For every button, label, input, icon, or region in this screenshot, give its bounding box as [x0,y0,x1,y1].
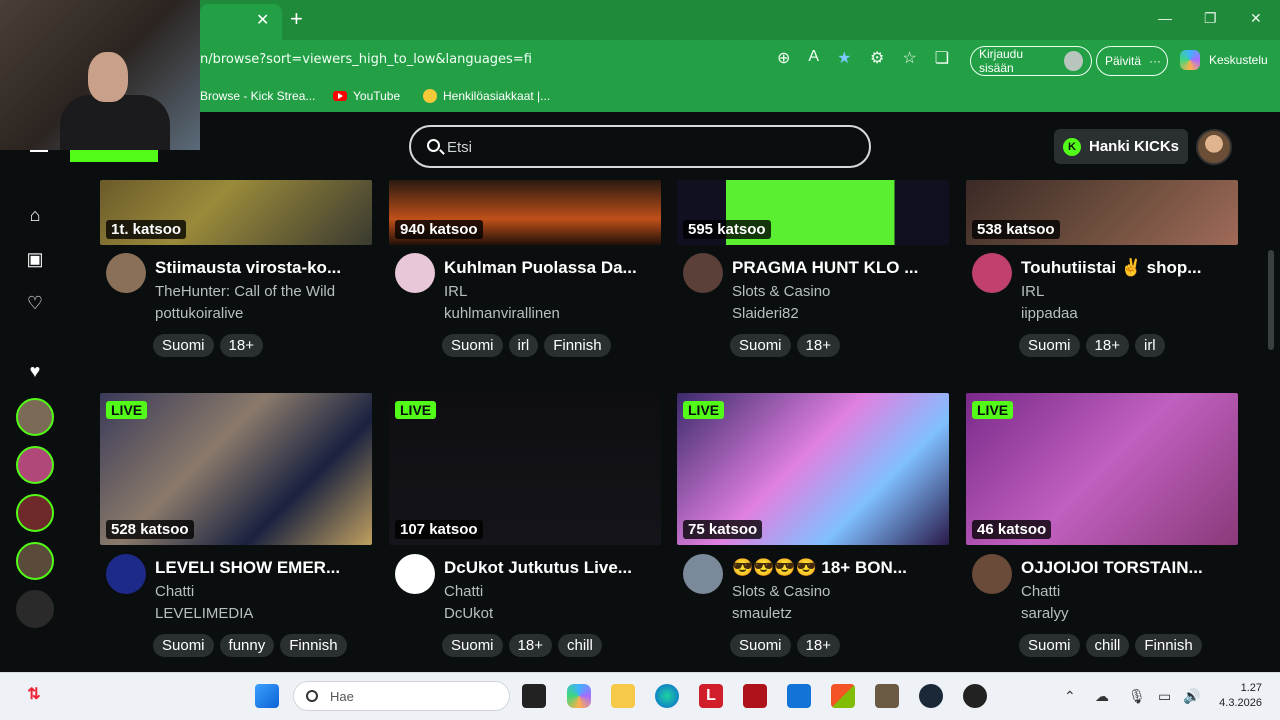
clock-date: 4.3.2026 [1219,697,1262,709]
menu-icon[interactable] [30,150,48,152]
stream-thumbnail[interactable]: LIVE 75 katsoo [677,393,949,545]
viewer-count: 107 katsoo [395,520,483,539]
stream-card[interactable]: LIVE 528 katsoo LEVELI SHOW EMER... Chatti L… [100,0,372,720]
window-close-icon[interactable]: ✕ [1250,10,1262,27]
tag-chip[interactable]: Finnish [1135,634,1202,657]
mcafee-icon[interactable] [743,684,767,708]
taskbar [0,672,1280,720]
channel-name[interactable]: smauletz [732,605,792,622]
tag-chip[interactable]: Suomi [1019,634,1080,657]
viewer-count: 528 katsoo [106,520,194,539]
channel-name[interactable]: LEVELIMEDIA [155,605,253,622]
followed-channel-avatar[interactable] [16,446,54,484]
game-app-icon[interactable] [875,684,899,708]
following-heart-icon[interactable]: ♡ [22,290,48,316]
stream-category[interactable]: Chatti [1021,583,1060,600]
stream-category[interactable]: Slots & Casino [732,583,830,600]
lidl-icon[interactable]: L [699,684,723,708]
channel-avatar[interactable] [395,554,435,594]
followed-channel-avatar[interactable] [16,542,54,580]
tag-chip[interactable]: Suomi [153,634,214,657]
tag-chip[interactable]: chill [557,634,602,657]
task-view-icon[interactable] [522,684,546,708]
followed-channel-avatar[interactable] [16,590,54,628]
tag-chip[interactable]: Suomi [730,634,791,657]
channel-avatar[interactable] [972,554,1012,594]
steam-icon[interactable] [919,684,943,708]
outlook-icon[interactable] [787,684,811,708]
browse-icon[interactable]: ▣ [22,246,48,272]
tag-chip[interactable]: Suomi [442,634,503,657]
tag-chip[interactable]: Finnish [280,634,347,657]
live-badge: LIVE [106,401,148,419]
stream-tags: Suomi funny Finnish [153,634,347,657]
sidebar: ⌂ ▣ ♡ ♥ [0,180,70,672]
copilot-taskbar-icon[interactable] [567,684,591,708]
home-icon[interactable]: ⌂ [22,202,48,228]
tag-chip[interactable]: chill [1085,634,1130,657]
stream-title[interactable]: LEVELI SHOW EMER... [155,558,370,578]
clock[interactable]: 1.27 4.3.2026 [1214,681,1262,711]
stream-title[interactable]: DcUkot Jutkutus Live... [444,558,659,578]
stream-tags: Suomi 18+ [730,634,840,657]
followed-channel-avatar[interactable] [16,398,54,436]
channel-avatar[interactable] [683,554,723,594]
stream-card[interactable]: LIVE 107 katsoo DcUkot Jutkutus Live... Cha… [389,0,661,720]
channel-name[interactable]: saralyy [1021,605,1069,622]
start-windows-icon[interactable] [255,684,279,708]
stream-title[interactable]: OJJOIJOI TORSTAIN... [1021,558,1236,578]
stream-category[interactable]: Chatti [444,583,483,600]
obs-icon[interactable] [963,684,987,708]
volume-icon[interactable]: 🔊 [1183,688,1200,705]
tag-chip[interactable]: funny [219,634,275,657]
viewer-count: 75 katsoo [683,520,763,539]
clock-time: 1.27 [1240,682,1262,694]
page-scrollbar[interactable] [1268,250,1274,350]
stream-tags: Suomi chill Finnish [1019,634,1202,657]
stream-tags: Suomi 18+ chill [442,634,602,657]
live-badge: LIVE [972,401,1014,419]
channel-name[interactable]: DcUkot [444,605,493,622]
microphone-icon[interactable]: 🎙 [1128,688,1146,705]
stream-thumbnail[interactable]: LIVE 46 katsoo [966,393,1238,545]
live-badge: LIVE [683,401,725,419]
stream-title[interactable]: 😎😎😎😎 18+ BON... [732,558,947,578]
viewer-count: 46 katsoo [972,520,1052,539]
stream-card[interactable]: LIVE 46 katsoo OJJOIJOI TORSTAIN... Chatti s… [966,0,1238,720]
followed-channel-avatar[interactable] [16,494,54,532]
tag-chip[interactable]: 18+ [796,634,840,657]
widget-icon[interactable]: ⇅ [22,684,46,708]
taskbar-search-icon [306,690,318,702]
taskbar-search-input[interactable]: Hae [330,689,354,704]
followed-heart-icon: ♥ [29,360,41,381]
stream-card[interactable]: LIVE 75 katsoo 😎😎😎😎 18+ BON... Slots & Casi… [677,0,949,720]
stream-thumbnail[interactable]: LIVE 107 katsoo [389,393,661,545]
network-icon[interactable]: ▭ [1158,688,1171,705]
stream-category[interactable]: Chatti [155,583,194,600]
tray-chevron-icon[interactable]: ⌃ [1064,688,1076,705]
onedrive-icon[interactable]: ☁ [1095,688,1109,705]
file-explorer-icon[interactable] [611,684,635,708]
store-icon[interactable] [831,684,855,708]
stream-thumbnail[interactable]: LIVE 528 katsoo [100,393,372,545]
channel-avatar[interactable] [106,554,146,594]
tag-chip[interactable]: 18+ [508,634,552,657]
edge-browser-icon[interactable] [655,684,679,708]
taskbar-search[interactable]: Hae [293,681,510,711]
live-badge: LIVE [395,401,437,419]
